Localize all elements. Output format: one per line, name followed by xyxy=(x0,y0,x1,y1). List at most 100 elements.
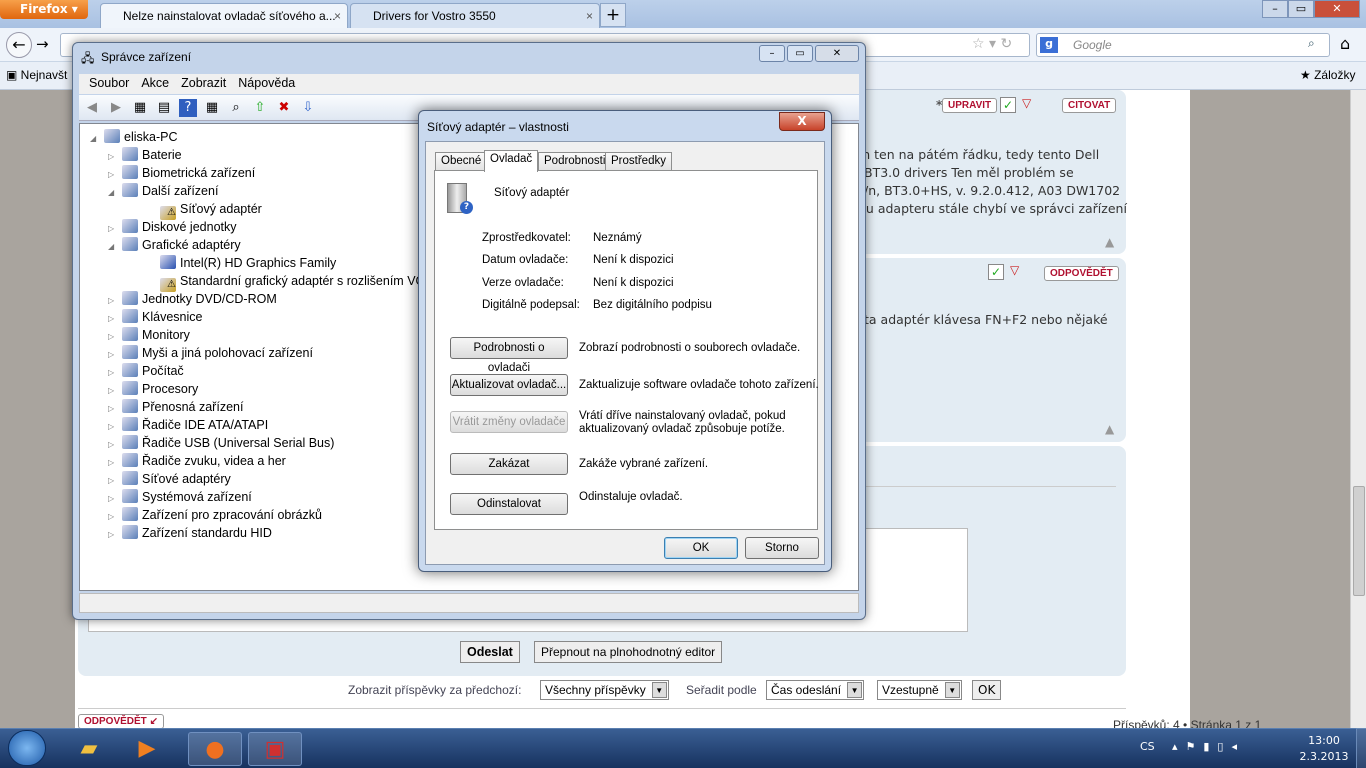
start-button[interactable] xyxy=(8,730,46,766)
back-button[interactable]: ← xyxy=(6,32,32,58)
tree-node[interactable]: ▷ Jednotky DVD/CD-ROM xyxy=(108,290,277,308)
expanded-arrow-icon[interactable]: ◢ xyxy=(108,184,118,202)
report-icon[interactable]: ▽ xyxy=(1010,263,1019,277)
tree-node[interactable]: ▷ Zařízení pro zpracování obrázků xyxy=(108,506,322,524)
filter-ok-button[interactable]: OK xyxy=(972,680,1002,700)
minimize-button[interactable]: – xyxy=(759,45,785,62)
tree-node[interactable]: ▷ Diskové jednotky xyxy=(108,218,237,236)
page-scrollbar[interactable] xyxy=(1350,90,1366,728)
tab-driver[interactable]: Ovladač xyxy=(484,150,539,172)
media-player-taskbar-icon[interactable]: ▶ xyxy=(120,732,174,766)
tray-icons[interactable]: ▴⚑▮▯◂ xyxy=(1172,740,1245,753)
tree-node[interactable]: ⚠ Síťový adaptér xyxy=(146,200,262,220)
quote-button[interactable]: CITOVAT xyxy=(1062,98,1117,113)
tree-node[interactable]: ▷ Počítač xyxy=(108,362,184,380)
tab-details[interactable]: Podrobnosti xyxy=(538,152,612,171)
back-icon[interactable]: ◀ xyxy=(83,99,101,117)
tab-drivers[interactable]: Drivers for Vostro 3550 × xyxy=(350,3,600,28)
close-button[interactable]: ✕ xyxy=(815,45,859,62)
bookmark-star-icon[interactable]: ☆ ▾ ↻ xyxy=(972,36,1012,52)
bookmarks-menu[interactable]: ★ Záložky xyxy=(1300,68,1355,82)
report-icon[interactable]: ▽ xyxy=(1022,96,1031,110)
clock[interactable]: 13:00 2.3.2013 xyxy=(1296,734,1352,763)
scrollbar-thumb[interactable] xyxy=(1353,486,1365,596)
expanded-arrow-icon[interactable]: ◢ xyxy=(90,130,100,148)
close-window-button[interactable]: ✕ xyxy=(1314,0,1360,18)
help-icon[interactable]: ? xyxy=(179,99,197,117)
tree-node[interactable]: ▷ Procesory xyxy=(108,380,198,398)
tree-node[interactable]: ▷ Myši a jiná polohovací zařízení xyxy=(108,344,313,362)
collapsed-arrow-icon[interactable]: ▷ xyxy=(108,526,118,544)
forward-icon[interactable]: ▶ xyxy=(107,99,125,117)
bookmark-most-visited[interactable]: ▣ Nejnavšt xyxy=(6,68,67,82)
action-pane-icon[interactable]: ▦ xyxy=(203,99,221,117)
sort-select[interactable]: Čas odeslání ▼ xyxy=(766,680,865,700)
new-tab-button[interactable]: + xyxy=(600,3,626,27)
tree-node[interactable]: ◢ Grafické adaptéry xyxy=(108,236,241,254)
tree-node[interactable]: ▷ Klávesnice xyxy=(108,308,202,326)
menu-file[interactable]: Soubor xyxy=(89,76,129,90)
language-indicator[interactable]: CS xyxy=(1140,740,1155,753)
submit-button[interactable]: Odeslat xyxy=(460,641,520,663)
show-hide-tree-icon[interactable]: ▦ xyxy=(131,99,149,117)
close-tab-icon[interactable]: × xyxy=(334,9,341,23)
update-driver-button[interactable]: Aktualizovat ovladač... xyxy=(450,374,568,396)
scroll-top-icon[interactable]: ▲ xyxy=(1105,235,1114,249)
full-editor-button[interactable]: Přepnout na plnohodnotný editor xyxy=(534,641,723,663)
ok-button[interactable]: OK xyxy=(664,537,738,559)
update-driver-icon[interactable]: ⇧ xyxy=(251,99,269,117)
properties-icon[interactable]: ▤ xyxy=(155,99,173,117)
tree-node[interactable]: ▷ Zařízení standardu HID xyxy=(108,524,272,542)
tree-node[interactable]: ▷ Monitory xyxy=(108,326,190,344)
filter-select[interactable]: Všechny příspěvky ▼ xyxy=(540,680,669,700)
tree-node[interactable]: ▷ Řadiče IDE ATA/ATAPI xyxy=(108,416,268,434)
show-desktop-button[interactable] xyxy=(1356,728,1366,768)
order-select[interactable]: Vzestupně ▼ xyxy=(877,680,962,700)
tab-forum[interactable]: Nelze nainstalovat ovladač síťového a...… xyxy=(100,3,348,28)
reply-button[interactable]: ODPOVĚDĚT xyxy=(1044,266,1119,281)
uninstall-icon[interactable]: ✖ xyxy=(275,99,293,117)
dialog-close-button[interactable]: X xyxy=(779,112,825,131)
rollback-driver-button[interactable]: Vrátit změny ovladače xyxy=(450,411,568,433)
tree-node[interactable]: ▷ Řadiče zvuku, videa a her xyxy=(108,452,286,470)
tab-general[interactable]: Obecné xyxy=(435,152,488,171)
firefox-taskbar-icon[interactable]: ● xyxy=(188,732,242,766)
tree-node[interactable]: ▷ Přenosná zařízení xyxy=(108,398,243,416)
check-icon[interactable]: ✓ xyxy=(988,264,1004,280)
check-icon[interactable]: ✓ xyxy=(1000,97,1016,113)
menu-view[interactable]: Zobrazit xyxy=(181,76,226,90)
forward-button[interactable]: → xyxy=(36,35,49,53)
scan-hardware-icon[interactable]: ⌕ xyxy=(227,99,245,117)
tree-node[interactable]: Intel(R) HD Graphics Family xyxy=(146,254,336,272)
maximize-button[interactable]: ▭ xyxy=(787,45,813,62)
scroll-top-icon[interactable]: ▲ xyxy=(1105,422,1114,436)
tree-node[interactable]: ▷ Systémová zařízení xyxy=(108,488,252,506)
tree-node[interactable]: ▷ Řadiče USB (Universal Serial Bus) xyxy=(108,434,334,452)
firefox-menu-button[interactable]: Firefox ▾ xyxy=(0,0,88,19)
cancel-button[interactable]: Storno xyxy=(745,537,819,559)
menu-help[interactable]: Nápověda xyxy=(238,76,295,90)
edit-button[interactable]: UPRAVIT xyxy=(942,98,998,113)
reply-bottom-button[interactable]: ODPOVĚDĚT ↙ xyxy=(78,714,164,729)
minimize-button[interactable]: – xyxy=(1262,0,1288,18)
disable-icon[interactable]: ⇩ xyxy=(299,99,317,117)
device-manager-taskbar-icon[interactable]: ▣ xyxy=(248,732,302,766)
disable-button[interactable]: Zakázat xyxy=(450,453,568,475)
tab-resources[interactable]: Prostředky xyxy=(605,152,672,171)
tree-node[interactable]: ◢ eliska-PC xyxy=(90,128,178,146)
expanded-arrow-icon[interactable]: ◢ xyxy=(108,238,118,256)
tree-node[interactable]: ▷ Baterie xyxy=(108,146,182,164)
tree-node[interactable]: ▷ Síťové adaptéry xyxy=(108,470,231,488)
search-input[interactable]: Google xyxy=(1036,33,1330,57)
tree-node[interactable]: ◢ Další zařízení xyxy=(108,182,218,200)
search-icon[interactable]: ⌕ xyxy=(1308,36,1315,51)
explorer-taskbar-icon[interactable]: ▰ xyxy=(62,732,116,766)
menu-action[interactable]: Akce xyxy=(141,76,169,90)
tree-node[interactable]: ⚠ Standardní grafický adaptér s rozlišení… xyxy=(146,272,434,292)
tree-node[interactable]: ▷ Biometrická zařízení xyxy=(108,164,255,182)
uninstall-button[interactable]: Odinstalovat xyxy=(450,493,568,515)
close-tab-icon[interactable]: × xyxy=(586,9,593,23)
home-icon[interactable]: ⌂ xyxy=(1340,34,1350,53)
google-icon[interactable]: g xyxy=(1040,37,1058,53)
maximize-button[interactable]: ▭ xyxy=(1288,0,1314,18)
